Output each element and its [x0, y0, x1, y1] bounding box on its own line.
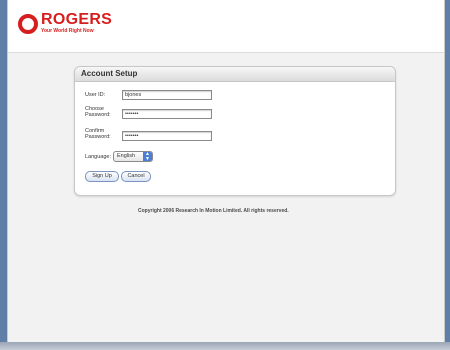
header: ROGERS Your World Right Now	[8, 0, 444, 53]
rogers-logo-icon	[18, 14, 38, 34]
language-label: Language:	[85, 154, 111, 160]
panel-title: Account Setup	[75, 67, 395, 82]
sign-up-button[interactable]: Sign Up	[85, 171, 119, 182]
user-id-label: User ID:	[85, 92, 106, 98]
brand-tagline: Your World Right Now	[41, 28, 94, 34]
user-id-field[interactable]: bjones	[122, 90, 212, 100]
confirm-password-field[interactable]: •••••••	[122, 131, 212, 141]
updown-arrows-icon: ▲ ▼	[143, 152, 152, 161]
cancel-button[interactable]: Cancel	[121, 171, 151, 182]
account-setup-panel: Account Setup User ID: bjones Choose Pas…	[74, 66, 396, 196]
confirm-password-label-line2: Password:	[85, 134, 111, 140]
brand-name: ROGERS	[41, 11, 113, 28]
language-select[interactable]: English ▲ ▼	[113, 151, 153, 162]
page: ROGERS Your World Right Now Account Setu…	[7, 0, 445, 342]
bottom-bar	[0, 342, 450, 350]
copyright-text: Copyright 2006 Research In Motion Limite…	[138, 208, 289, 214]
choose-password-field[interactable]: •••••••	[122, 109, 212, 119]
language-selected-value: English	[117, 153, 136, 159]
choose-password-label-line2: Password:	[85, 112, 111, 118]
